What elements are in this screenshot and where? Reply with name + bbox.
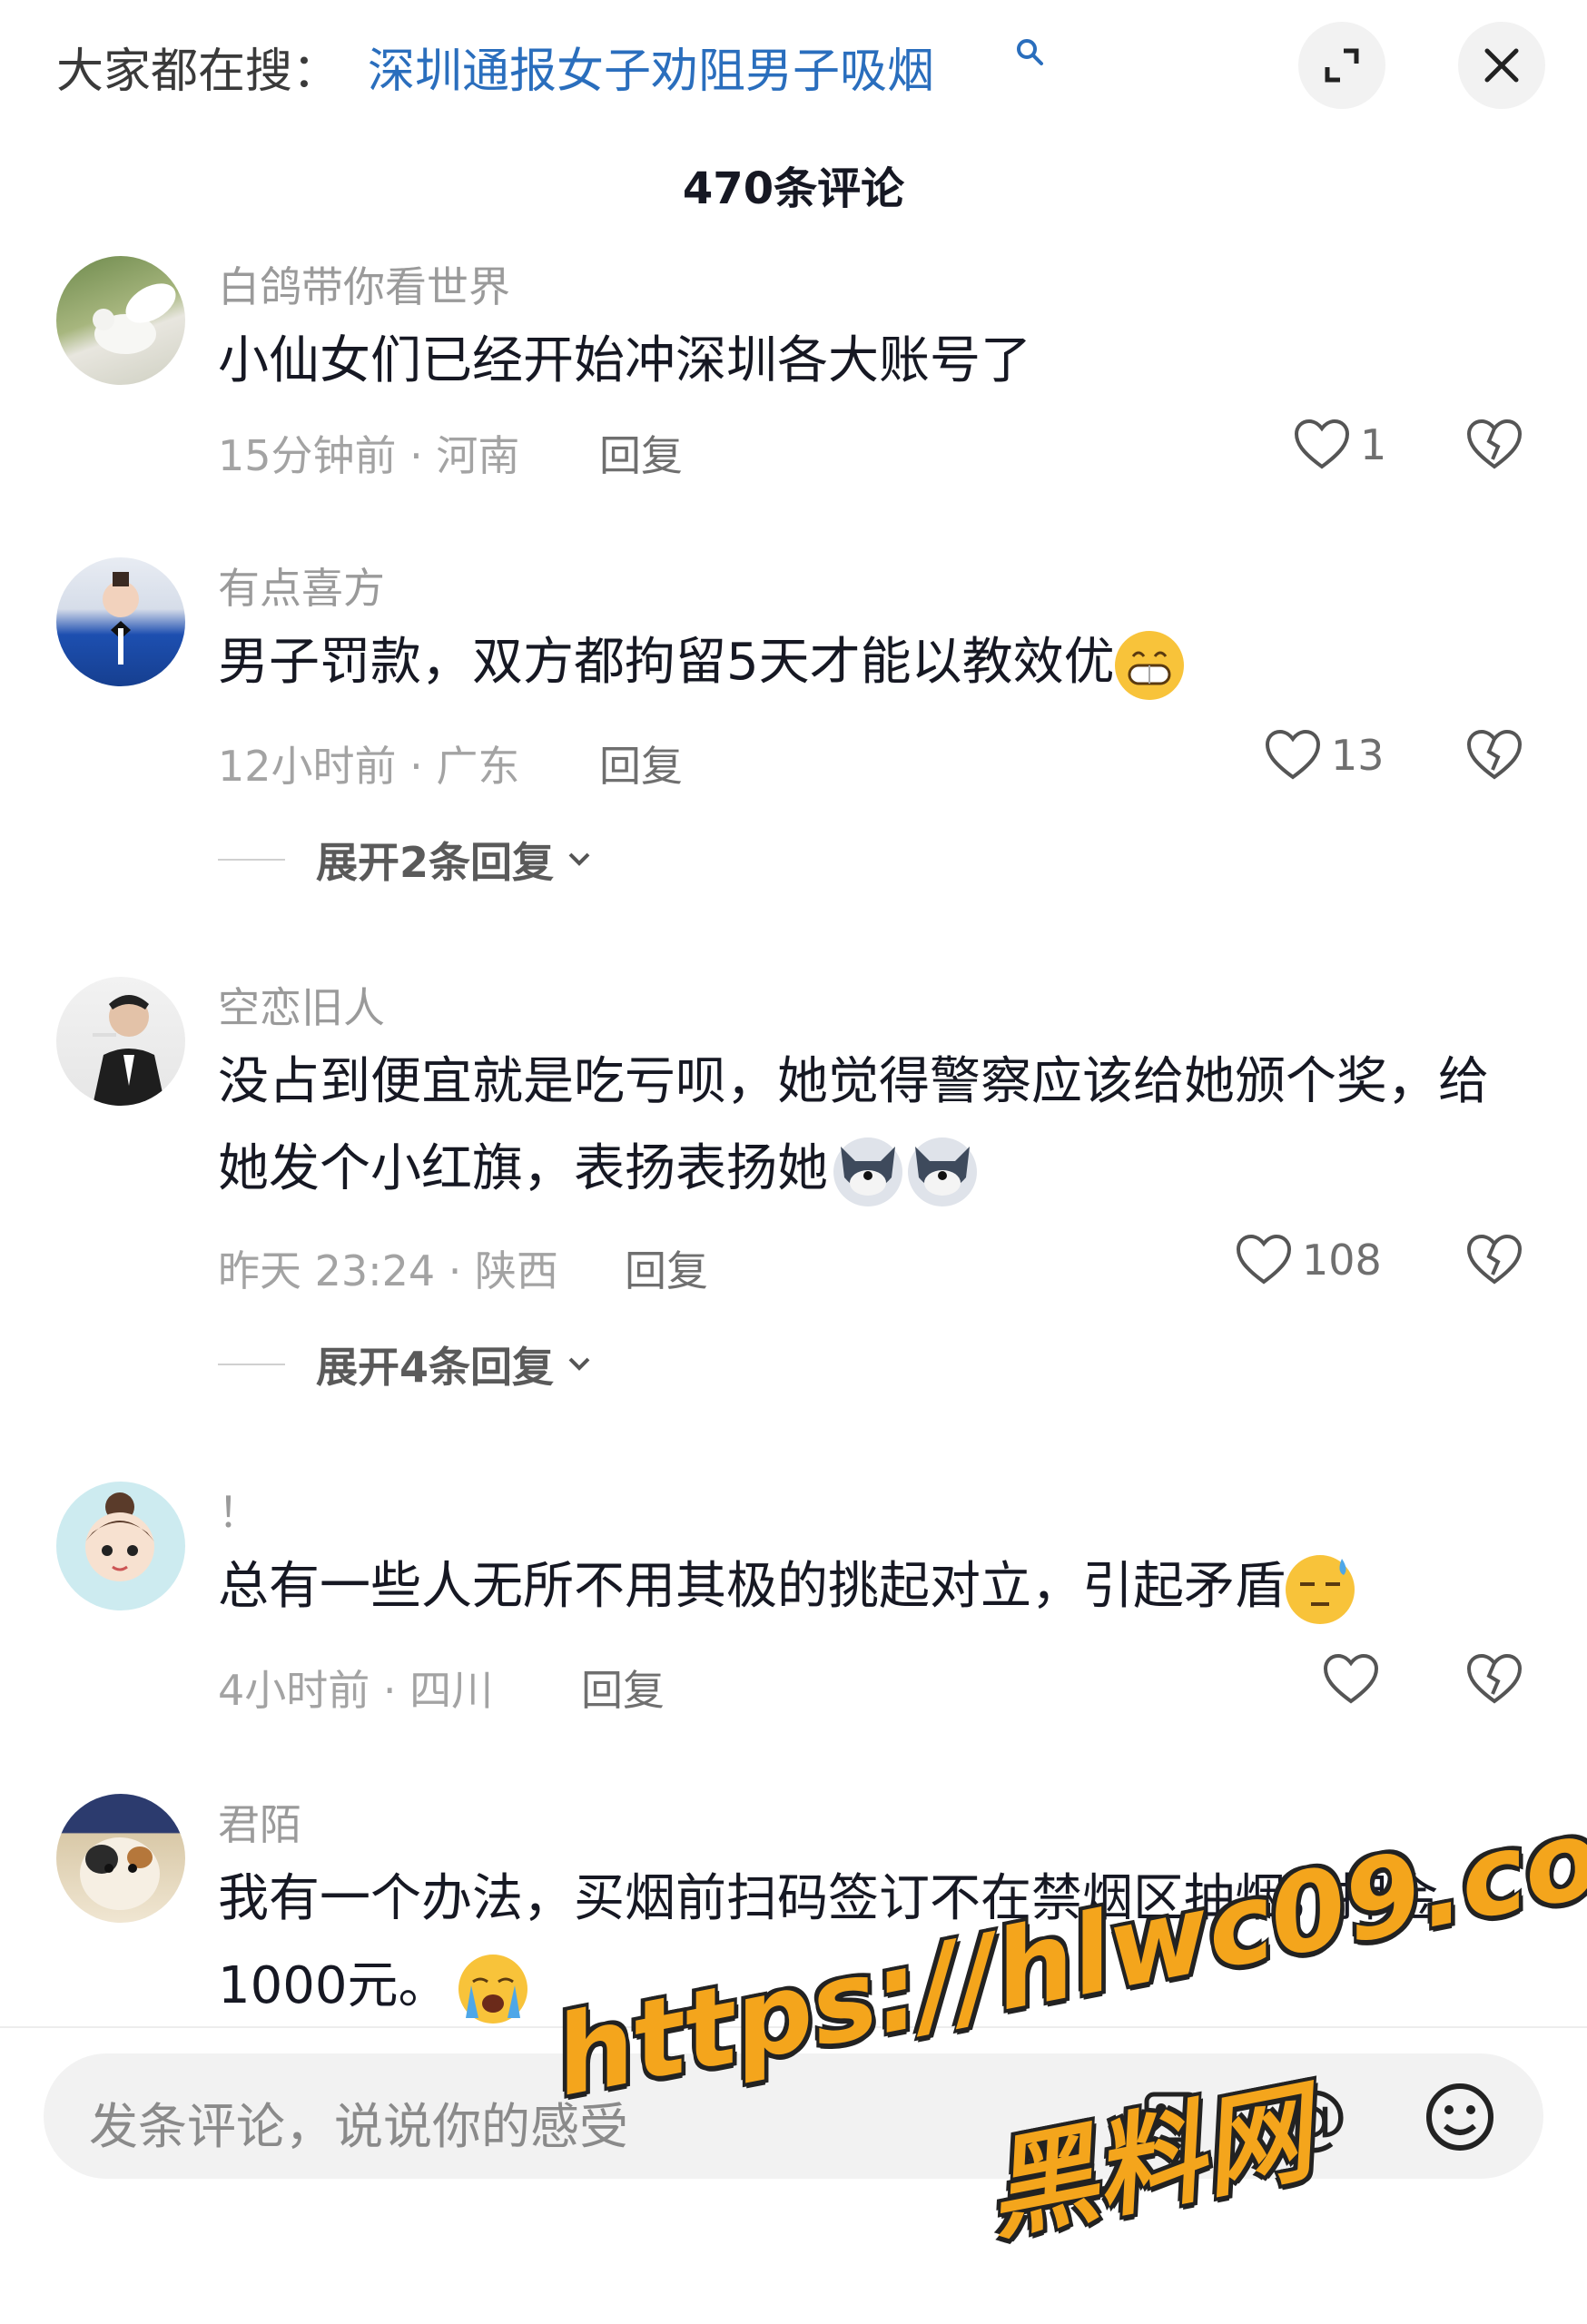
like-count: 1 (1360, 420, 1387, 469)
cartoon-girl-avatar[interactable] (56, 1482, 185, 1610)
comment-username[interactable]: 有点喜方 (218, 556, 385, 615)
cry-emoji (458, 1954, 527, 2024)
divider-line (218, 859, 285, 861)
blue-suit-avatar[interactable] (56, 557, 185, 686)
comment-page: 大家都在搜： 深圳通报女子劝阻男子吸烟 470条评论 白鸽带你看世界 小仙女们已… (0, 0, 1587, 2324)
dove-avatar[interactable] (56, 256, 185, 385)
like-count: 13 (1331, 731, 1385, 780)
expand-button[interactable] (1298, 22, 1385, 109)
broken-heart-icon (1466, 1653, 1523, 1704)
divider-line (218, 1364, 285, 1365)
dislike-button[interactable] (1465, 728, 1523, 786)
heart-icon (1236, 1234, 1292, 1285)
dog-emoji (908, 1137, 977, 1206)
heart-icon (1265, 729, 1321, 780)
like-button[interactable]: 1 (1293, 418, 1386, 472)
like-count: 108 (1302, 1236, 1382, 1285)
like-button[interactable]: 108 (1235, 1233, 1382, 1287)
like-button[interactable]: 13 (1264, 728, 1385, 783)
reply-button[interactable]: 回复 (599, 423, 683, 483)
smoking-man-avatar[interactable] (56, 977, 185, 1106)
broken-heart-icon (1466, 419, 1523, 469)
expand-replies-label: 展开2条回复 (316, 838, 555, 887)
expand-replies-label: 展开4条回复 (316, 1343, 555, 1392)
comment-username[interactable]: 君陌 (218, 1792, 301, 1852)
dislike-button[interactable] (1465, 1652, 1523, 1710)
close-button[interactable] (1458, 22, 1545, 109)
grin-emoji (1114, 630, 1184, 700)
comment-username[interactable]: 白鸽带你看世界 (218, 254, 510, 314)
comment-meta: 4小时前 · 四川 (218, 1666, 494, 1715)
close-icon (1484, 48, 1519, 83)
comment-meta: 12小时前 · 广东 (218, 742, 520, 791)
comment-username[interactable]: ！ (218, 1480, 260, 1540)
reply-button[interactable]: 回复 (625, 1238, 708, 1298)
dog-emoji (833, 1137, 902, 1206)
expand-icon (1325, 48, 1359, 83)
sweat-emoji (1286, 1554, 1355, 1624)
comment-input[interactable]: 发条评论，说说你的感受 (89, 2086, 628, 2158)
comment-meta: 昨天 23:24 · 陕西 (218, 1246, 559, 1295)
comment-text: 小仙女们已经开始冲深圳各大账号了 (218, 331, 1031, 390)
search-header: 大家都在搜： 深圳通报女子劝阻男子吸烟 (0, 0, 1587, 136)
comment-text: 总有一些人无所不用其极的挑起对立，引起矛盾 (218, 1543, 1514, 1630)
comment-count-title: 470条评论 (682, 163, 905, 214)
emoji-icon[interactable] (1422, 2079, 1498, 2155)
search-icon[interactable] (1012, 36, 1049, 73)
search-prefix: 大家都在搜： (56, 44, 340, 99)
heart-icon (1323, 1653, 1379, 1704)
broken-heart-icon (1466, 1234, 1523, 1285)
chevron-down-icon (568, 852, 590, 866)
expand-replies-button[interactable]: 展开2条回复 (218, 830, 597, 890)
broken-heart-icon (1466, 729, 1523, 780)
comment-text-content: 男子罚款，双方都拘留5天才能以教效优 (218, 633, 1115, 692)
like-button[interactable] (1322, 1652, 1389, 1707)
expand-replies-button[interactable]: 展开4条回复 (218, 1334, 597, 1394)
search-suggestion-link[interactable]: 深圳通报女子劝阻男子吸烟 (368, 33, 934, 101)
reply-button[interactable]: 回复 (581, 1658, 665, 1718)
dislike-button[interactable] (1465, 418, 1523, 476)
cat-avatar[interactable] (56, 1794, 185, 1923)
comment-username[interactable]: 空恋旧人 (218, 975, 385, 1035)
comment-meta: 15分钟前 · 河南 (218, 431, 520, 480)
reply-button[interactable]: 回复 (599, 734, 683, 793)
heart-icon (1294, 419, 1350, 469)
chevron-down-icon (568, 1357, 590, 1371)
comment-text: 没占到便宜就是吃亏呗，她觉得警察应该给她颁个奖，给她发个小红旗，表扬表扬她 (218, 1039, 1514, 1213)
comment-text: 男子罚款，双方都拘留5天才能以教效优 (218, 619, 1514, 706)
comment-text-content: 总有一些人无所不用其极的挑起对立，引起矛盾 (218, 1557, 1286, 1616)
dislike-button[interactable] (1465, 1233, 1523, 1291)
